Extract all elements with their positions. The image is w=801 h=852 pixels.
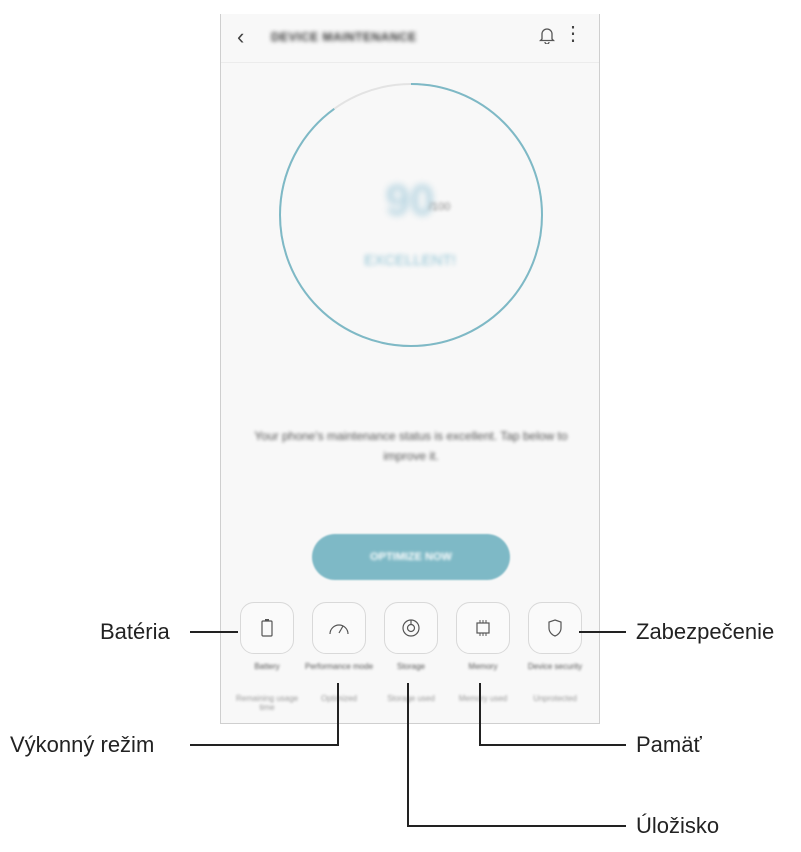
callout-zabezpecenie: Zabezpečenie [636, 619, 775, 644]
callout-vykonny-rezim: Výkonný režim [10, 732, 155, 757]
leader-ulozisko [407, 683, 626, 827]
leader-pamat [479, 683, 626, 746]
leader-vykonny-rezim [190, 683, 339, 746]
callout-pamat: Pamäť [636, 732, 702, 757]
callout-bateria: Batéria [100, 619, 170, 644]
callout-leader-lines [190, 631, 626, 827]
callout-ulozisko: Úložisko [636, 813, 720, 838]
